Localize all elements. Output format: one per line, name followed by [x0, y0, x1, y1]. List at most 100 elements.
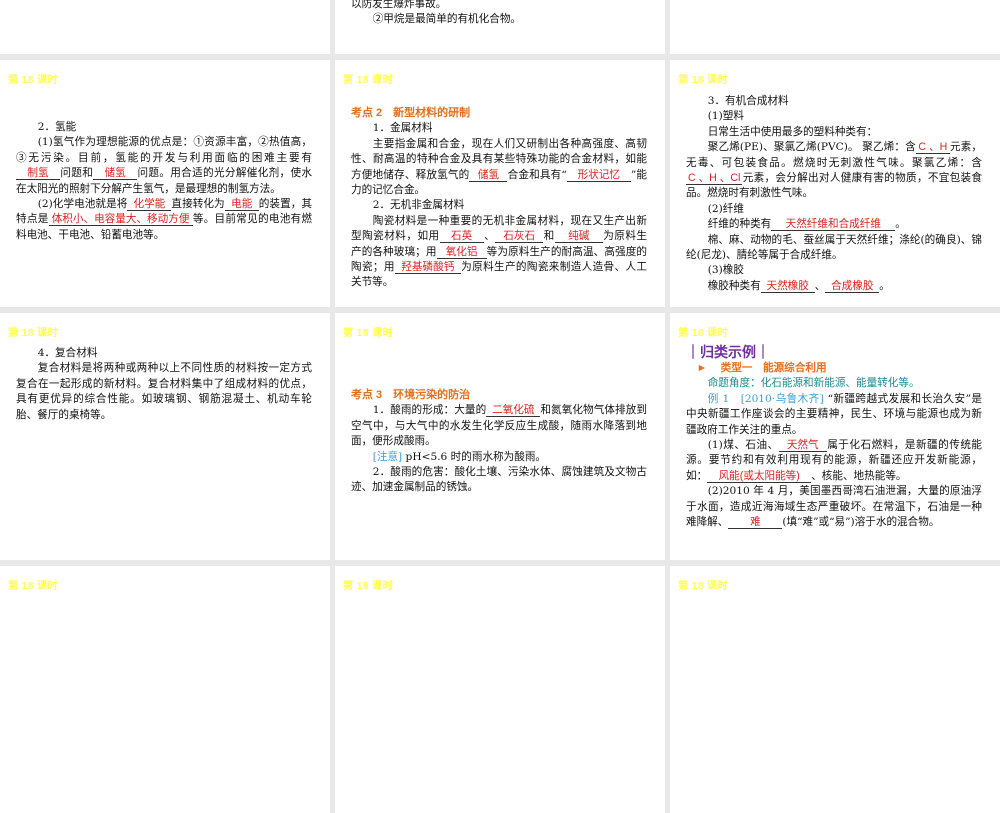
text-run: 和	[543, 230, 555, 243]
text-run: 1．酸雨的形成：大量的	[372, 404, 487, 417]
slide-thumbnail[interactable]	[670, 0, 1000, 54]
answer-blank: C 、H 、Cl	[686, 172, 743, 186]
text-run: 2．无机非金属材料	[372, 199, 465, 212]
slide-content: 2．氢能 (1)氢气作为理想能源的优点是：①资源丰富，②热值高，③无污染。目前，氢…	[16, 120, 312, 243]
paragraph: (2)化学电池就是将 化学能 直接转化为 电能 的装置，其特点是 体积小、电容量大、移动方…	[16, 197, 312, 243]
slide-title: 第 18 课时	[8, 328, 59, 339]
section-heading: 考点 2 新型材料的研制	[351, 106, 647, 121]
paragraph: (2)2010 年 4 月，美国墨西哥湾石油泄漏，大量的原油浮于水面，造成近海海…	[686, 484, 982, 530]
text-run: 命题角度：化石能源和新能源、能量转化等。	[707, 377, 920, 390]
text-run: 4．复合材料	[37, 347, 98, 359]
slide-thumbnail[interactable]: 第 18 课时	[0, 566, 330, 813]
slide-title: 第 18 课时	[8, 581, 59, 592]
text-run: 考点 2 新型材料的研制	[351, 107, 471, 119]
paragraph: (2)纤维	[686, 202, 982, 217]
slide-content: 4．复合材料复合材料是将两种或两种以上不同性质的材料按一定方式复合在一起形成的新…	[16, 346, 312, 423]
slide-thumbnail[interactable]: 以防发生爆炸事故。 ②甲烷是最简单的有机化合物。	[335, 0, 665, 54]
paragraph: 聚乙烯(PE)、聚氯乙烯(PVC)。 聚乙烯：含 C 、H 元素，无毒、可包装食品。…	[686, 140, 982, 202]
text-run: (1)塑料	[707, 110, 744, 123]
text-run: 。	[895, 218, 906, 231]
paragraph: 棉、麻、动物的毛、蚕丝属于天然纤维；涤纶(的确良)、锦纶(尼龙)、腈纶等属于合成…	[686, 233, 982, 264]
slide-content: 以防发生爆炸事故。 ②甲烷是最简单的有机化合物。	[351, 0, 647, 28]
paragraph: ► 类型一 能源综合利用	[686, 361, 982, 376]
text-run: 1．金属材料	[372, 122, 433, 135]
paragraph: 例 1 [2010·乌鲁木齐] “新疆跨越式发展和长治久安”是中央新疆工作座谈会…	[686, 392, 982, 438]
text-run: 2．氢能	[37, 121, 77, 133]
paragraph: 2．无机非金属材料	[351, 198, 647, 213]
answer-blank: 羟基磷酸钙	[394, 261, 461, 275]
text-run: 考点 3 环境污染的防治	[351, 389, 471, 401]
paragraph: 1．金属材料	[351, 121, 647, 136]
answer-blank: 纯碱	[554, 230, 603, 244]
answer-blank: C 、H	[915, 141, 950, 155]
answer-blank: 石英	[439, 230, 484, 244]
slide-thumbnail[interactable]: 第 18 课时 考点 2 新型材料的研制 1．金属材料 主要指金属和合金，现在人们又研…	[335, 60, 665, 307]
text-run: 、	[814, 279, 826, 292]
slide-thumbnail[interactable]: 第 18 课时考点 3 环境污染的防治 1．酸雨的形成：大量的 二氧化硫 和氮氧化物气…	[335, 313, 665, 560]
text-run: 聚乙烯(PE)、聚氯乙烯(PVC)。 聚乙烯：含	[707, 141, 916, 154]
answer-blank: 化学能	[127, 198, 172, 212]
paragraph: ｜归类示例｜	[686, 343, 982, 361]
text-run: 3．有机合成材料	[707, 95, 789, 107]
text-run: 。	[879, 279, 890, 292]
text-run: (填“难”或“易”)溶于水的混合物。	[782, 516, 940, 529]
text-run: 例 1 [2010·乌鲁木齐]	[707, 392, 824, 405]
paragraph: 日常生活中使用最多的塑料种类有：	[686, 125, 982, 140]
answer-blank: 天然纤维和合成纤维	[771, 218, 896, 232]
paragraph: (1)煤、石油、 天然气 属于化石燃料，是新疆的传统能源。要节约和有效利用现有的能源…	[686, 438, 982, 484]
paragraph: 1．酸雨的形成：大量的 二氧化硫 和氮氧化物气体排放到空气中，与大气中的水发生化学反…	[351, 403, 647, 449]
slide-thumbnail[interactable]: 第 18 课时 4．复合材料复合材料是将两种或两种以上不同性质的材料按一定方式复合…	[0, 313, 330, 560]
paragraph: 3．有机合成材料	[686, 94, 982, 109]
paragraph: 橡胶种类有 天然橡胶、合成橡胶。	[686, 279, 982, 294]
answer-blank: 制氢	[16, 167, 60, 181]
paragraph: 命题角度：化石能源和新能源、能量转化等。	[686, 376, 982, 391]
section-heading: 考点 3 环境污染的防治	[351, 388, 647, 403]
paragraph: 2．氢能	[16, 120, 312, 135]
slide-content: 3．有机合成材料 (1)塑料日常生活中使用最多的塑料种类有： 聚乙烯(PE)、聚氯乙…	[686, 94, 982, 294]
text-run: 日常生活中使用最多的塑料种类有：	[707, 125, 878, 138]
text-run: 直接转化为	[171, 198, 225, 211]
text-run: 、核能、地热能等。	[811, 469, 907, 482]
text-run: 、	[483, 230, 496, 243]
text-run: (2)纤维	[707, 202, 744, 215]
answer-blank: 氧化铝	[436, 246, 487, 259]
text-run: 以防发生爆炸事故。	[351, 0, 447, 10]
slide-thumbnail[interactable]	[0, 0, 330, 54]
text-run: 问题和	[60, 167, 94, 180]
slide-title: 第 18 课时	[678, 75, 729, 86]
answer-blank: 难	[728, 516, 783, 530]
text-run: [注意]	[372, 450, 403, 463]
paragraph: (1)塑料	[686, 109, 982, 124]
text-run: ► 类型一 能源综合利用	[686, 362, 827, 374]
slide-thumbnail[interactable]: 第 18 课时 2．氢能 (1)氢气作为理想能源的优点是：①资源丰富，②热值高，③无…	[0, 60, 330, 307]
paragraph: 主要指金属和合金，现在人们又研制出各种高强度、高韧性、耐高温的特种合金及具有某些…	[351, 137, 647, 199]
text-run: pH<5.6 时的雨水称为酸雨。	[402, 450, 547, 463]
slide-title: 第 18 课时	[343, 328, 394, 339]
text-run: 合金和具有“	[507, 168, 567, 181]
slide-thumbnail[interactable]: 第 18 课时 3．有机合成材料 (1)塑料日常生活中使用最多的塑料种类有： 聚乙烯(…	[670, 60, 1000, 307]
answer-blank: 形状记忆	[566, 169, 631, 182]
answer-blank: 体积小、电容量大、移动方便	[48, 213, 193, 227]
answer-blank: 电能	[224, 198, 259, 212]
text-run: 纤维的种类有	[707, 218, 772, 231]
slide-content: 考点 3 环境污染的防治 1．酸雨的形成：大量的 二氧化硫 和氮氧化物气体排放到空气中…	[351, 388, 647, 496]
paragraph: (3)橡胶	[686, 263, 982, 278]
slide-content: 考点 2 新型材料的研制 1．金属材料主要指金属和合金，现在人们又研制出各种高强度…	[351, 106, 647, 291]
paragraph: 纤维的种类有 天然纤维和合成纤维。	[686, 217, 982, 232]
text-run: ②甲烷是最简单的有机化合物。	[372, 13, 522, 26]
answer-blank: 石灰石	[495, 230, 544, 244]
paragraph: (1)氢气作为理想能源的优点是：①资源丰富，②热值高，③无污染。目前，氢能的开发…	[16, 135, 312, 197]
paragraph: 以防发生爆炸事故。	[351, 0, 647, 12]
text-run: 复合材料是将两种或两种以上不同性质的材料按一定方式复合在一起形成的新材料。复合材…	[16, 362, 312, 421]
slide-thumbnail[interactable]: 第 18 课时	[670, 566, 1000, 813]
answer-blank: 天然橡胶	[760, 280, 815, 293]
paragraph: 4．复合材料	[16, 346, 312, 361]
paragraph: 2．酸雨的危害：酸化土壤、污染水体、腐蚀建筑及文物古迹、加速金属制品的锈蚀。	[351, 465, 647, 496]
slide-content: ｜归类示例｜ ► 类型一 能源综合利用 命题角度：化石能源和新能源、能量转化等。例…	[686, 343, 982, 530]
answer-blank: 储氢	[469, 169, 508, 182]
answer-blank: 合成橡胶	[825, 280, 880, 293]
slide-title: 第 18 课时	[343, 581, 394, 592]
slide-thumbnail[interactable]: 第 18 课时	[335, 566, 665, 813]
slide-thumbnail[interactable]: 第 18 课时 ｜归类示例｜ ► 类型一 能源综合利用 命题角度：化石能源和新能源、…	[670, 313, 1000, 560]
text-run: ｜归类示例｜	[686, 344, 770, 360]
